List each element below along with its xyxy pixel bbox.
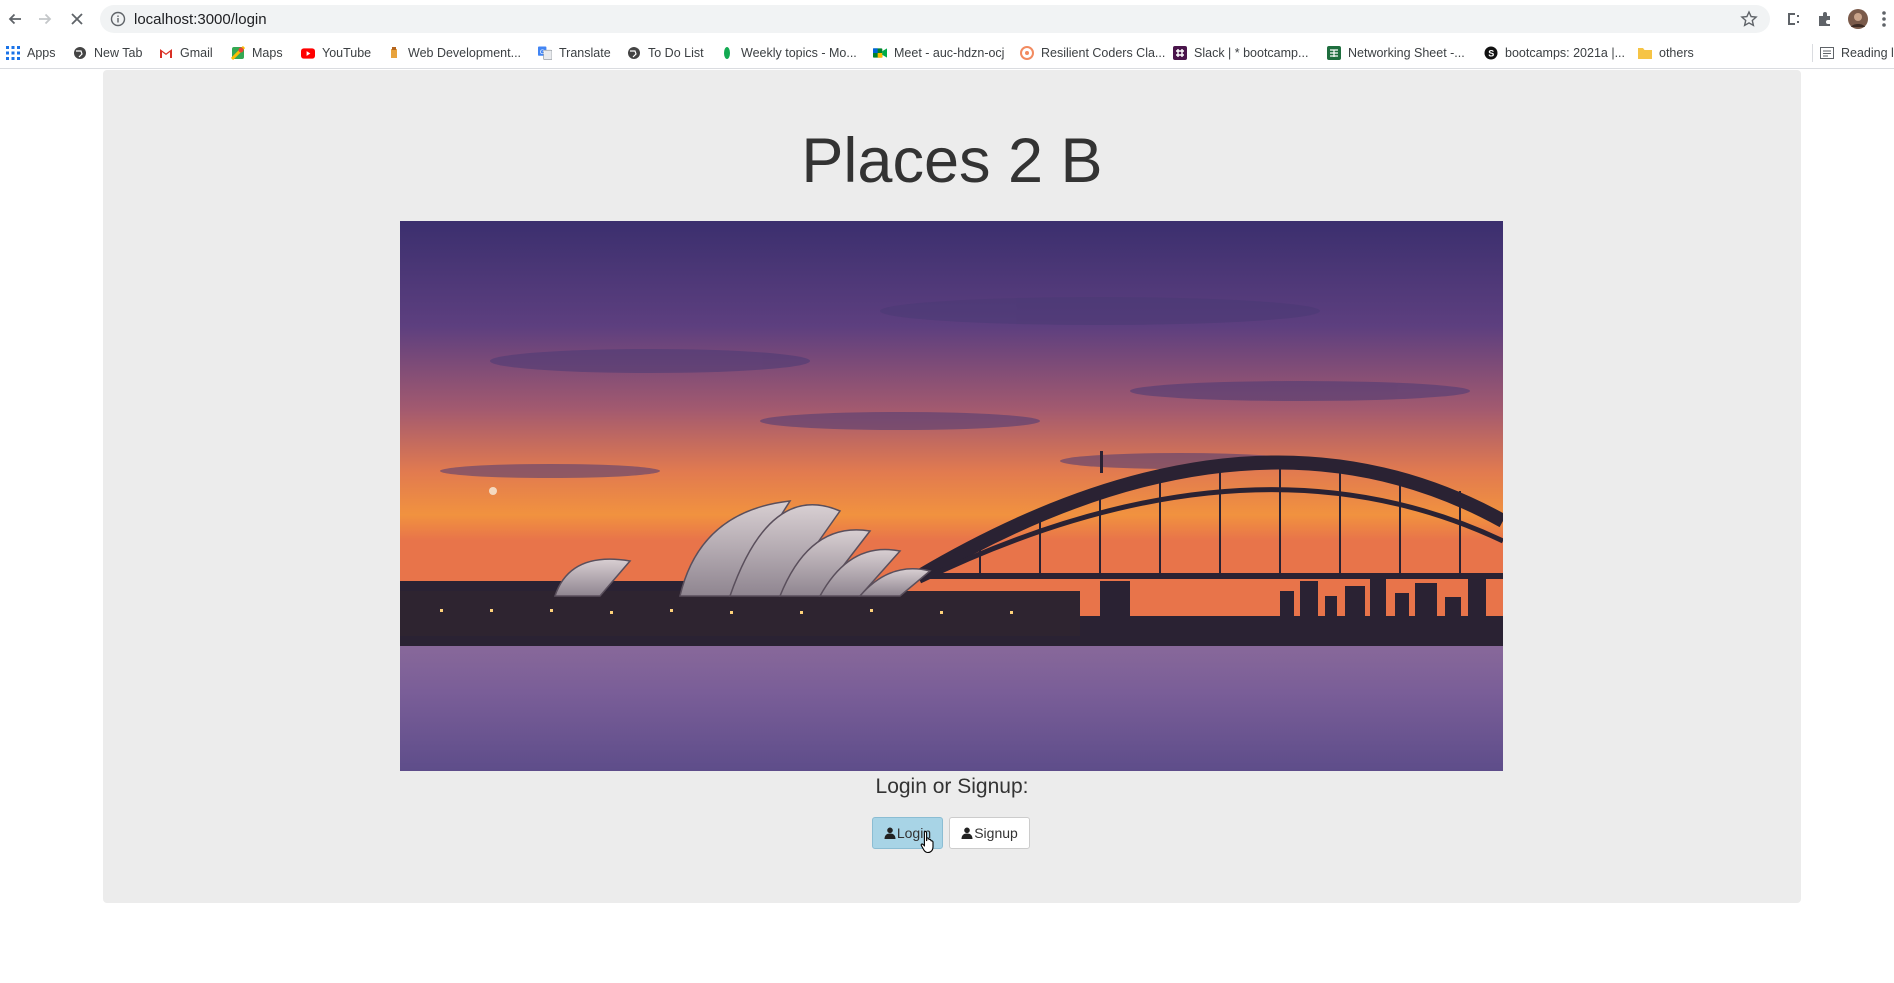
avatar-icon: [1848, 9, 1868, 29]
reading-list-label: Reading lis: [1841, 46, 1894, 60]
forward-arrow-icon: [39, 13, 52, 25]
svg-text:S: S: [1488, 49, 1494, 59]
url-text[interactable]: localhost:3000/login: [134, 11, 267, 28]
bookmark-label: Networking Sheet -...: [1348, 46, 1465, 60]
puzzle-icon: [1819, 12, 1830, 26]
svg-text:G: G: [540, 49, 545, 56]
signup-button[interactable]: Signup: [949, 817, 1030, 849]
bookmark-new-tab[interactable]: New Tab: [73, 38, 142, 68]
extension-c-icon: [1788, 13, 1799, 25]
hero-image: [400, 221, 1503, 771]
bookmark-resilient-coders[interactable]: Resilient Coders Cla...: [1020, 38, 1165, 68]
site-info-icon[interactable]: [110, 11, 126, 32]
bookmark-label: others: [1659, 46, 1694, 60]
skype-icon: S: [1484, 46, 1498, 60]
apps-grid-icon: [6, 46, 20, 60]
globe-icon: [73, 46, 87, 60]
leaf-icon: [720, 46, 734, 60]
bookmark-gmail[interactable]: Gmail: [159, 38, 213, 68]
login-signup-prompt: Login or Signup:: [875, 775, 1029, 798]
bookmark-label: Maps: [252, 46, 283, 60]
bookmark-bootcamps[interactable]: S bootcamps: 2021a |...: [1484, 38, 1625, 68]
address-bar[interactable]: localhost:3000/login: [100, 5, 1770, 33]
browser-toolbar: localhost:3000/login: [0, 0, 1894, 38]
bookmark-folder-others[interactable]: others: [1638, 38, 1694, 68]
bookmark-networking-sheet[interactable]: Networking Sheet -...: [1327, 38, 1465, 68]
cast-extension-button[interactable]: [1780, 6, 1806, 32]
bookmark-translate[interactable]: G Translate: [538, 38, 611, 68]
bookmark-web-development[interactable]: Web Development...: [387, 38, 521, 68]
profile-button[interactable]: [1844, 6, 1872, 32]
bookmark-label: Meet - auc-hdzn-ocj: [894, 46, 1005, 60]
bookmark-label: Resilient Coders Cla...: [1041, 46, 1166, 60]
browser-menu-button[interactable]: [1876, 6, 1892, 32]
bookmark-maps[interactable]: Maps: [231, 38, 283, 68]
bookmark-weekly-topics[interactable]: Weekly topics - Mo...: [720, 38, 857, 68]
signup-button-label: Signup: [974, 825, 1018, 841]
bookmark-meet[interactable]: Meet - auc-hdzn-ocj: [873, 38, 1004, 68]
bookmark-label: New Tab: [94, 46, 143, 60]
hand-pointer-cursor-icon: [920, 830, 938, 859]
bookmark-label: To Do List: [648, 46, 704, 60]
bookmark-label: YouTube: [322, 46, 372, 60]
bookmark-label: Weekly topics - Mo...: [741, 46, 857, 60]
translate-icon: G: [538, 46, 552, 60]
bookmark-to-do-list[interactable]: To Do List: [627, 38, 704, 68]
site-title: Places 2 B: [801, 126, 1103, 196]
bookmark-label: Gmail: [180, 46, 213, 60]
extensions-button[interactable]: [1812, 6, 1838, 32]
bookmark-star-icon[interactable]: [1740, 10, 1758, 33]
bookmark-youtube[interactable]: YouTube: [301, 38, 371, 68]
folder-icon: [1638, 46, 1652, 60]
stop-loading-button[interactable]: [64, 6, 90, 32]
more-vert-icon: [1882, 11, 1886, 27]
bookmark-label: Apps: [27, 46, 56, 60]
bookmarks-bar: Apps New Tab Gmail Maps YouTube Web Deve…: [0, 38, 1894, 69]
maps-icon: [231, 46, 245, 60]
bookmark-slack[interactable]: Slack | * bootcamp...: [1173, 38, 1308, 68]
back-arrow-icon: [8, 13, 21, 25]
close-icon: [71, 13, 83, 25]
reading-list-icon: [1820, 46, 1834, 60]
gmail-icon: [159, 46, 173, 60]
bookmark-site-icon: [387, 46, 401, 60]
bookmark-label: bootcamps: 2021a |...: [1505, 46, 1625, 60]
reading-list-button[interactable]: Reading lis: [1812, 44, 1894, 62]
slack-icon: [1173, 46, 1187, 60]
youtube-icon: [301, 46, 315, 60]
user-icon: [884, 827, 896, 839]
bookmark-label: Slack | * bootcamp...: [1194, 46, 1309, 60]
bookmark-label: Web Development...: [408, 46, 522, 60]
forward-button[interactable]: [32, 6, 58, 32]
sheet-icon: [1327, 46, 1341, 60]
globe-icon: [627, 46, 641, 60]
page-panel: Places 2 B Login or Signup: Login Signup: [103, 70, 1801, 903]
bookmark-label: Translate: [559, 46, 611, 60]
resilient-icon: [1020, 46, 1034, 60]
meet-icon: [873, 46, 887, 60]
user-icon: [961, 827, 973, 839]
bookmark-apps[interactable]: Apps: [6, 38, 56, 68]
back-button[interactable]: [2, 6, 28, 32]
